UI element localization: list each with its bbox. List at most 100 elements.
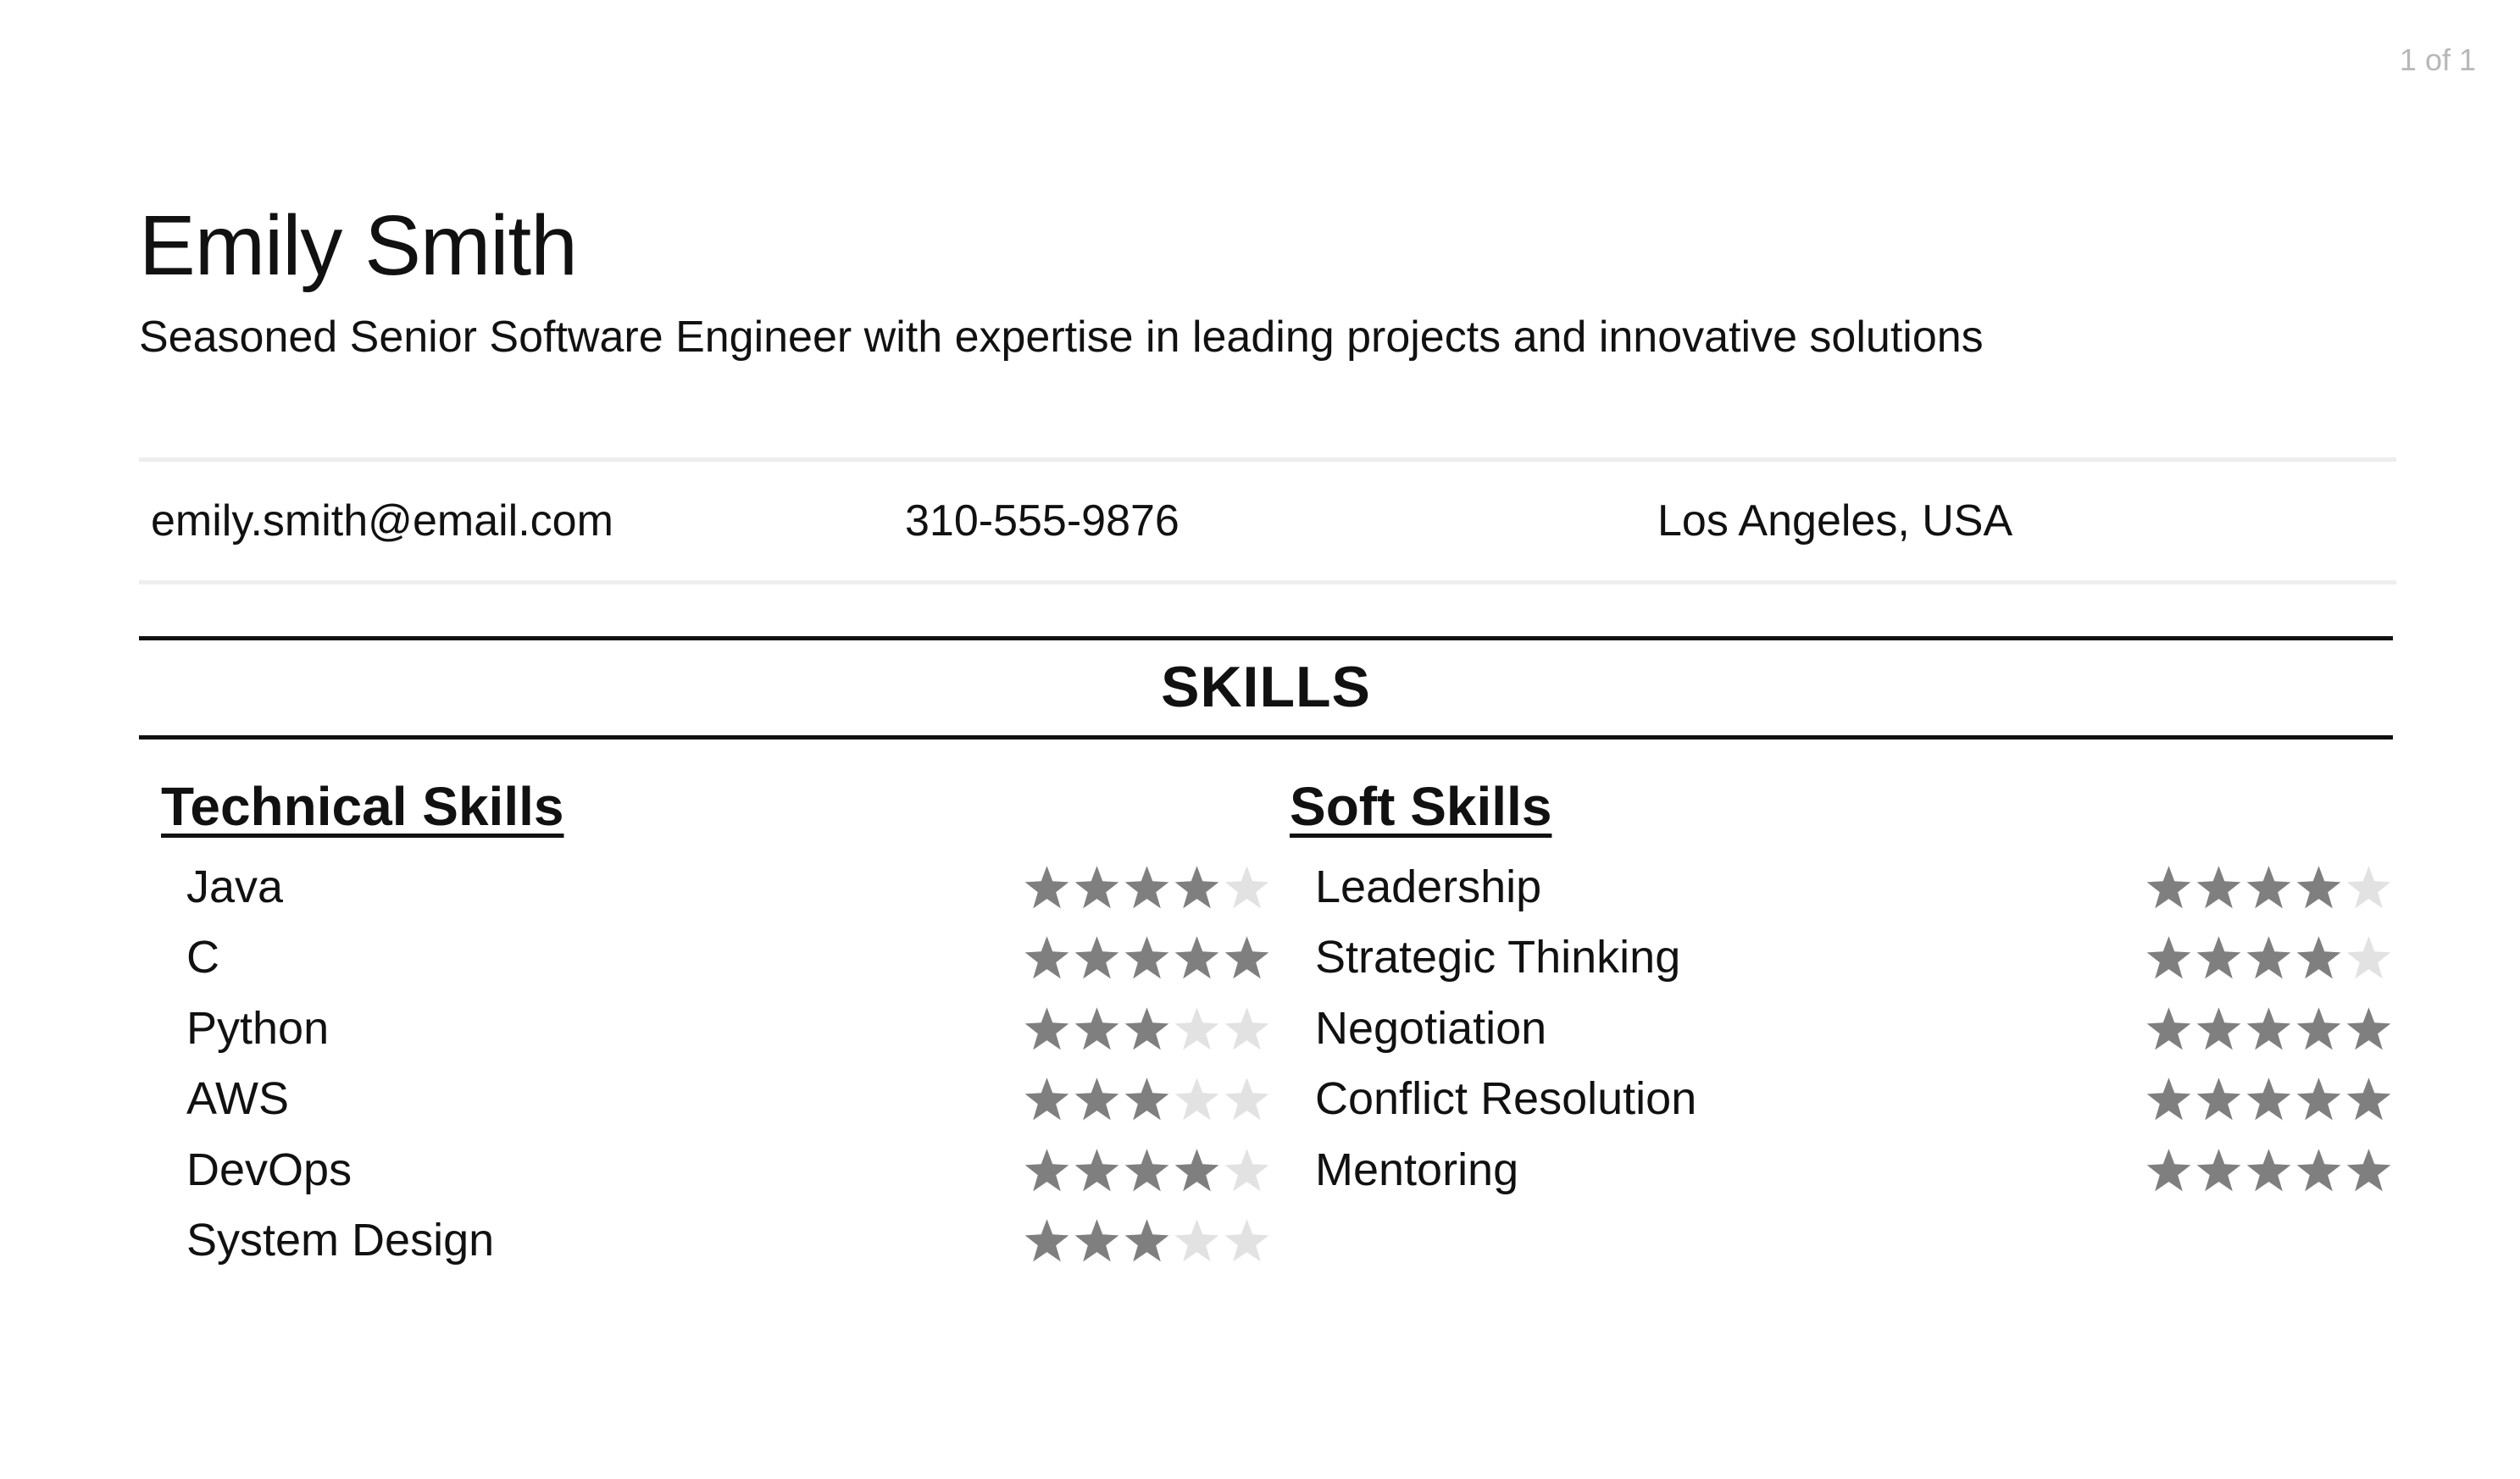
- star-filled-icon: [2196, 936, 2241, 979]
- skills-section-title: SKILLS: [1161, 655, 1371, 719]
- skill-rating: [1023, 1005, 1271, 1051]
- skill-rating: [1023, 1147, 1271, 1193]
- star-filled-icon: [2346, 1007, 2391, 1050]
- star-filled-icon: [1024, 1219, 1069, 1262]
- star-filled-icon: [1074, 1148, 1119, 1191]
- page-counter: 1 of 1: [2399, 42, 2476, 77]
- star-filled-icon: [2246, 1148, 2291, 1191]
- skill-row: DevOps: [161, 1140, 1271, 1210]
- skill-rating: [1023, 1217, 1271, 1263]
- star-filled-icon: [2346, 1148, 2391, 1191]
- star-empty-icon: [2346, 866, 2391, 909]
- contact-bar: emily.smith@email.com 310-555-9876 Los A…: [139, 457, 2396, 584]
- star-filled-icon: [1024, 866, 1069, 909]
- skill-name: Strategic Thinking: [1315, 932, 1681, 983]
- star-empty-icon: [1224, 1007, 1269, 1050]
- skill-row: Java: [161, 857, 1271, 928]
- star-empty-icon: [1224, 866, 1269, 909]
- star-filled-icon: [1124, 936, 1169, 979]
- star-filled-icon: [2296, 1077, 2341, 1121]
- contact-phone[interactable]: 310-555-9876: [905, 496, 1180, 546]
- skill-name: Mentoring: [1315, 1144, 1519, 1195]
- candidate-name: Emily Smith: [139, 198, 578, 293]
- star-empty-icon: [1224, 1219, 1269, 1262]
- star-filled-icon: [2196, 1007, 2241, 1050]
- section-divider-bottom: [139, 735, 2393, 740]
- skill-row: System Design: [161, 1210, 1271, 1281]
- star-filled-icon: [2246, 936, 2291, 979]
- technical-skills-column: Technical Skills Java C Python AWS DevOps Sys…: [161, 773, 1271, 1281]
- candidate-tagline: Seasoned Senior Software Engineer with e…: [139, 313, 1984, 362]
- star-empty-icon: [2346, 936, 2391, 979]
- star-filled-icon: [2196, 1148, 2241, 1191]
- technical-skills-title: Technical Skills: [161, 776, 564, 837]
- skill-rating: [2145, 1147, 2393, 1193]
- skill-row: C: [161, 928, 1271, 998]
- star-filled-icon: [1074, 936, 1119, 979]
- skill-rating: [2145, 864, 2393, 910]
- star-filled-icon: [1024, 1077, 1069, 1121]
- skill-name: Leadership: [1315, 861, 1542, 912]
- skill-name: Conflict Resolution: [1315, 1073, 1697, 1125]
- star-filled-icon: [2146, 1007, 2191, 1050]
- star-filled-icon: [1124, 1148, 1169, 1191]
- skill-rating: [1023, 1076, 1271, 1122]
- star-filled-icon: [2146, 1077, 2191, 1121]
- section-divider-top: [139, 636, 2393, 640]
- skill-name: Negotiation: [1315, 1002, 1547, 1054]
- technical-skills-list: Java C Python AWS DevOps System Design: [161, 857, 1271, 1281]
- skill-name: DevOps: [186, 1144, 352, 1195]
- star-filled-icon: [2196, 866, 2241, 909]
- star-filled-icon: [1124, 1219, 1169, 1262]
- star-filled-icon: [1174, 866, 1219, 909]
- star-filled-icon: [1174, 1148, 1219, 1191]
- soft-skills-list: Leadership Strategic Thinking Negotiation C…: [1290, 857, 2393, 1210]
- star-filled-icon: [1074, 1077, 1119, 1121]
- skill-row: Negotiation: [1290, 999, 2393, 1069]
- skill-row: Conflict Resolution: [1290, 1069, 2393, 1139]
- star-filled-icon: [2196, 1077, 2241, 1121]
- star-filled-icon: [2146, 866, 2191, 909]
- skill-rating: [1023, 934, 1271, 980]
- star-filled-icon: [1074, 1007, 1119, 1050]
- skill-row: Mentoring: [1290, 1140, 2393, 1210]
- star-filled-icon: [2246, 1077, 2291, 1121]
- star-empty-icon: [1174, 1077, 1219, 1121]
- star-filled-icon: [2296, 866, 2341, 909]
- star-filled-icon: [1174, 936, 1219, 979]
- contact-location: Los Angeles, USA: [1657, 496, 2013, 546]
- star-empty-icon: [1174, 1219, 1219, 1262]
- skill-name: System Design: [186, 1214, 495, 1266]
- contact-email[interactable]: emily.smith@email.com: [151, 496, 613, 546]
- skill-rating: [2145, 934, 2393, 980]
- star-empty-icon: [1224, 1077, 1269, 1121]
- star-empty-icon: [1224, 1148, 1269, 1191]
- soft-skills-title: Soft Skills: [1290, 776, 1552, 837]
- star-filled-icon: [2346, 1077, 2391, 1121]
- skill-rating: [2145, 1005, 2393, 1051]
- star-filled-icon: [2246, 1007, 2291, 1050]
- skill-rating: [2145, 1076, 2393, 1122]
- star-filled-icon: [2296, 936, 2341, 979]
- skill-row: AWS: [161, 1069, 1271, 1139]
- star-filled-icon: [2296, 1007, 2341, 1050]
- star-filled-icon: [2296, 1148, 2341, 1191]
- skill-row: Strategic Thinking: [1290, 928, 2393, 998]
- star-filled-icon: [1024, 1007, 1069, 1050]
- star-filled-icon: [1124, 866, 1169, 909]
- star-empty-icon: [1174, 1007, 1219, 1050]
- skill-name: C: [186, 932, 219, 983]
- star-filled-icon: [1224, 936, 1269, 979]
- star-filled-icon: [1024, 1148, 1069, 1191]
- star-filled-icon: [1074, 866, 1119, 909]
- star-filled-icon: [1074, 1219, 1119, 1262]
- skill-name: Python: [186, 1002, 330, 1054]
- star-filled-icon: [1024, 936, 1069, 979]
- star-filled-icon: [2146, 1148, 2191, 1191]
- star-filled-icon: [1124, 1077, 1169, 1121]
- skill-name: Java: [186, 861, 284, 912]
- star-filled-icon: [1124, 1007, 1169, 1050]
- skill-row: Python: [161, 999, 1271, 1069]
- skill-rating: [1023, 864, 1271, 910]
- skill-row: Leadership: [1290, 857, 2393, 928]
